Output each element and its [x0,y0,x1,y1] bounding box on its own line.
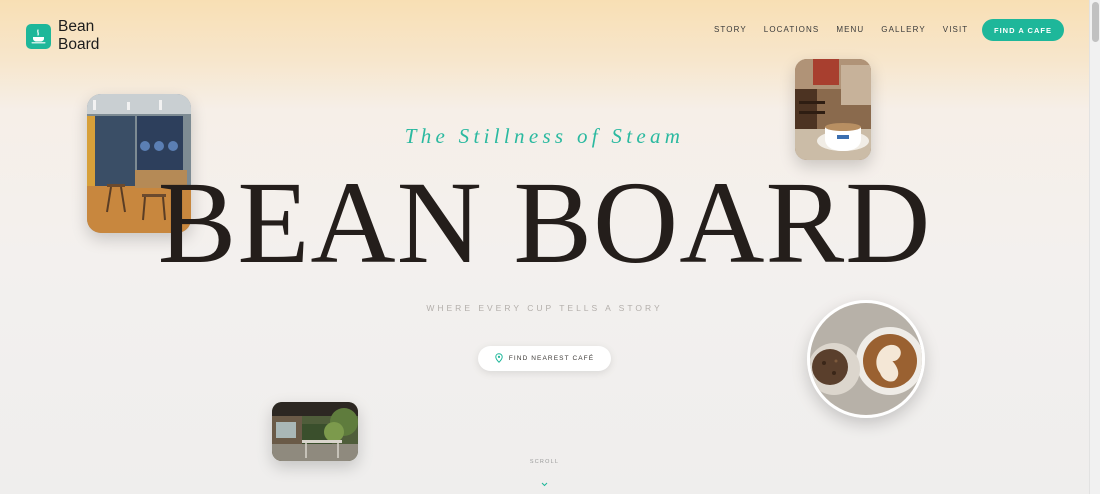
nav-item-locations[interactable]: LOCATIONS [764,25,820,34]
nav-item-menu[interactable]: MENU [836,25,864,34]
find-nearest-cafe-label: FIND NEAREST CAFÉ [508,355,595,362]
coffee-cup-photo [795,59,871,160]
brand-name-line2: Board [58,36,100,53]
map-pin-icon [495,350,503,368]
brand-name-line1: Bean [58,18,95,35]
main-nav: STORY LOCATIONS MENU GALLERY VISIT [714,25,985,34]
nav-item-gallery[interactable]: GALLERY [881,25,925,34]
find-nearest-cafe-button[interactable]: FIND NEAREST CAFÉ [478,346,611,371]
find-a-cafe-button[interactable]: FIND A CAFE [982,19,1064,41]
latte-art-photo [807,300,925,418]
nav-item-visit[interactable]: VISIT [943,25,969,34]
scrollbar-thumb[interactable] [1092,2,1099,42]
coffee-cup-icon [26,23,51,49]
hero-title: BEAN BOARD [157,157,932,288]
brand-logo[interactable]: Bean Board [26,18,118,54]
scroll-label: SCROLL [529,459,560,465]
nav-item-story[interactable]: STORY [714,25,747,34]
hero-subtitle: WHERE EVERY CUP TELLS A STORY [426,303,663,313]
vertical-scrollbar[interactable] [1089,0,1100,494]
brand-name: Bean Board [58,18,118,54]
page: Bean Board STORY LOCATIONS MENU GALLERY … [0,0,1089,494]
outdoor-terrace-photo [272,402,358,461]
chevron-down-icon[interactable] [541,474,548,492]
